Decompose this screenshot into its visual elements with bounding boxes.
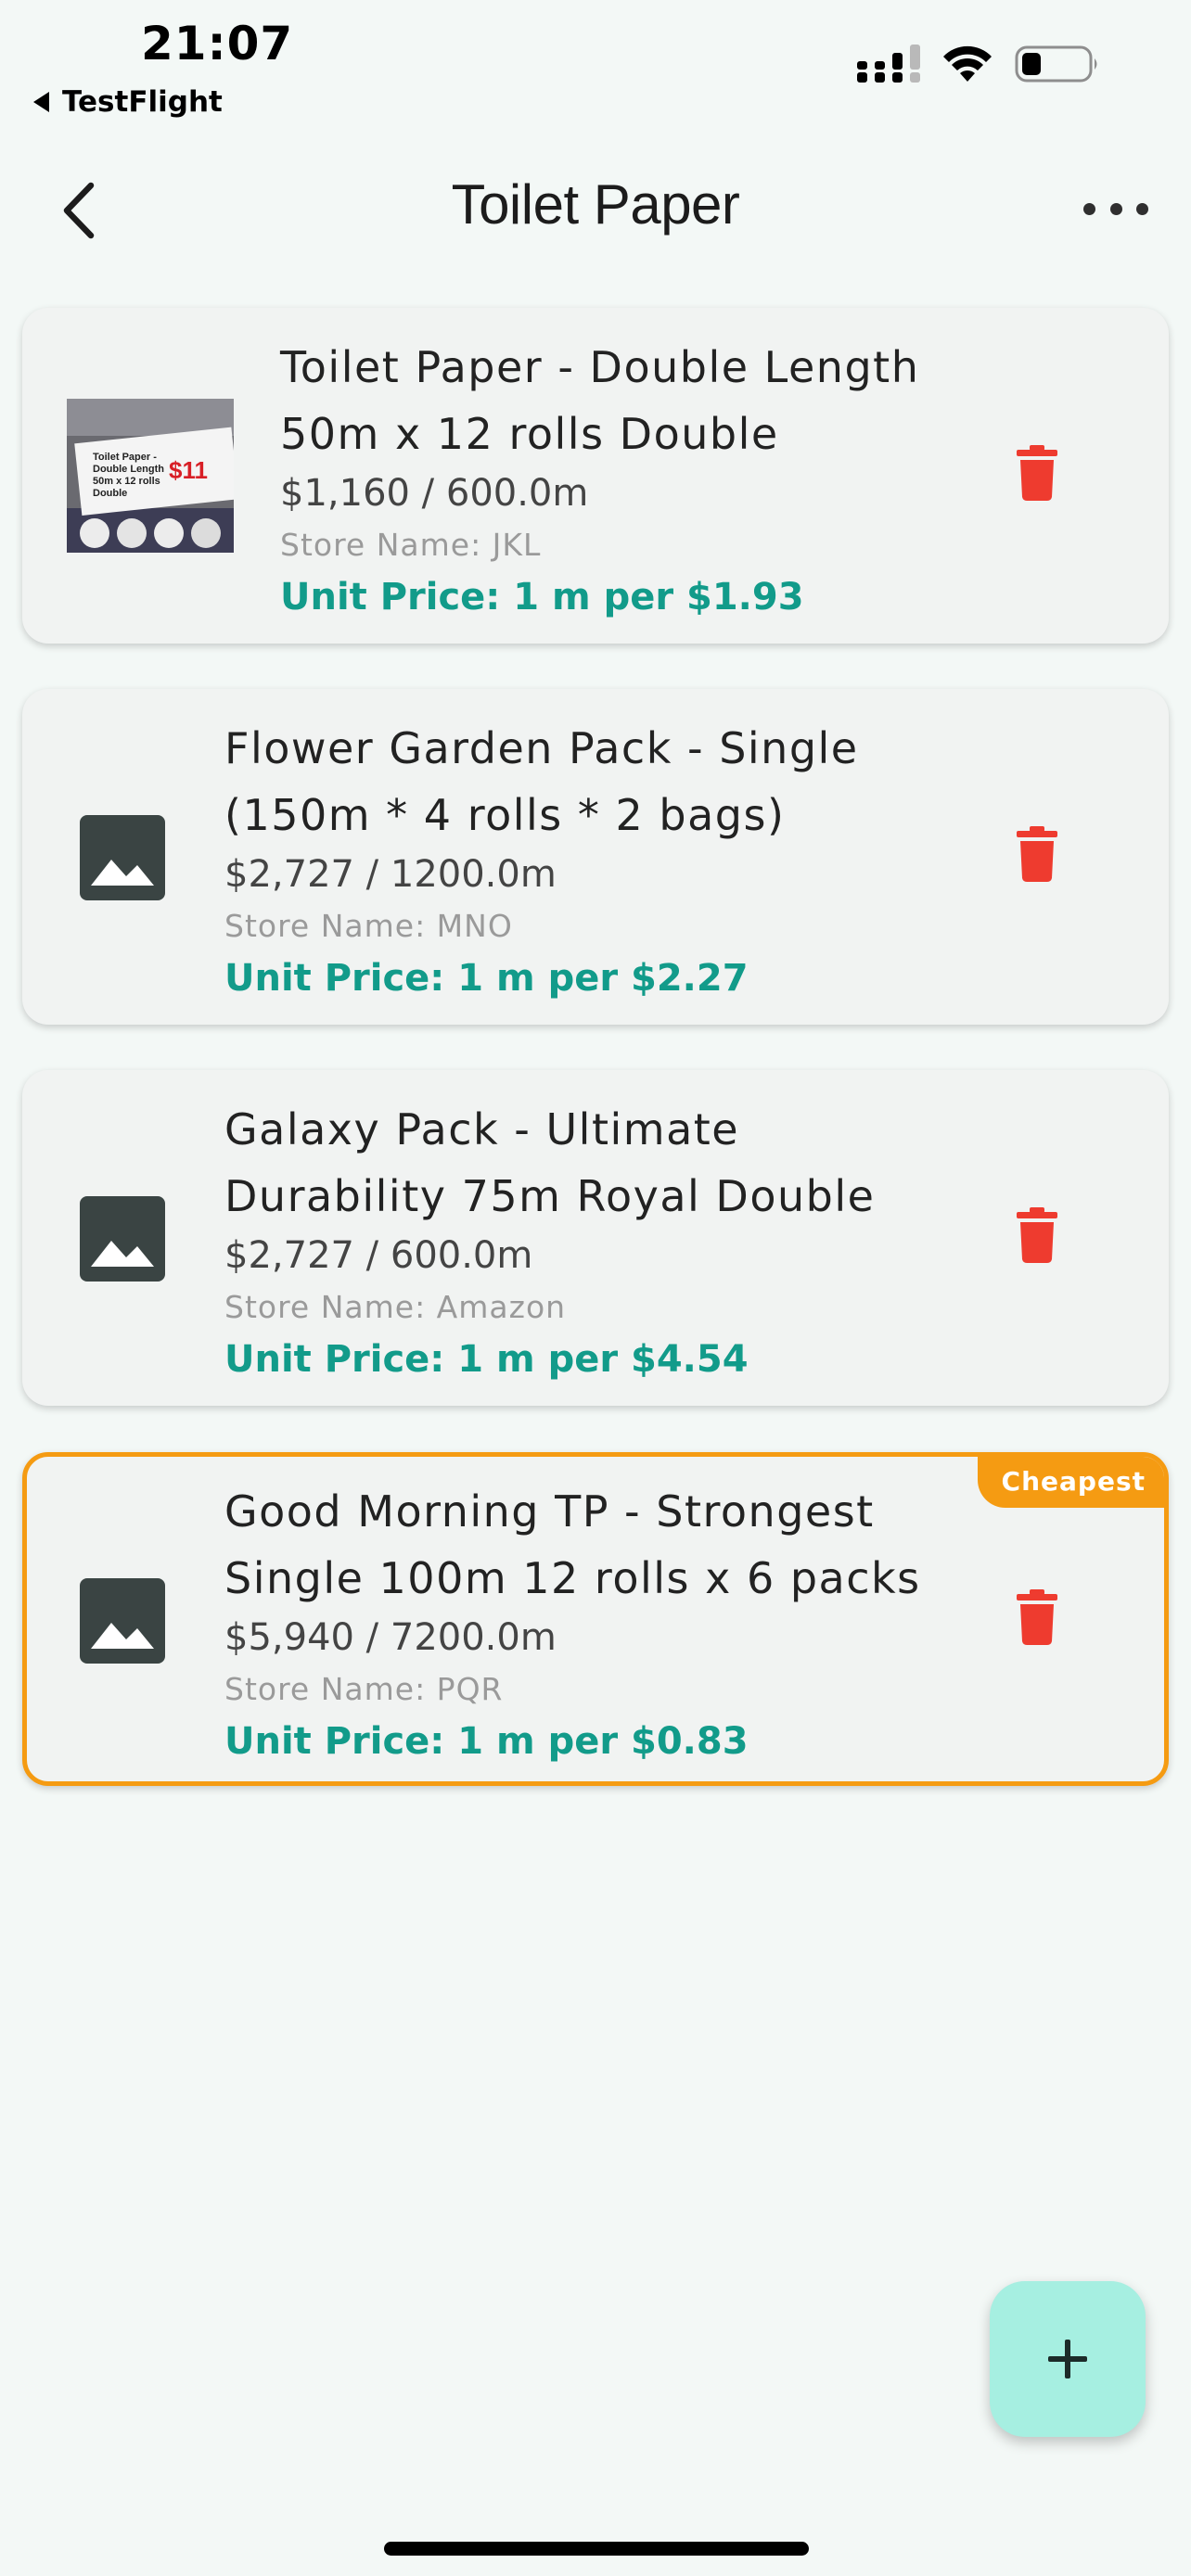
- home-indicator[interactable]: [384, 2542, 809, 2556]
- product-name-line2: 50m x 12 rolls Double: [280, 409, 779, 459]
- product-name-line2: Durability 75m Royal Double: [224, 1171, 876, 1221]
- trash-icon: [1017, 826, 1057, 882]
- product-price: $1,160 / 600.0m: [280, 472, 589, 515]
- more-horizontal-icon-dot: [1109, 202, 1122, 215]
- plus-icon: [1048, 2340, 1087, 2378]
- cheapest-badge: Cheapest: [977, 1457, 1164, 1508]
- photo-image: Toilet Paper - Double Length 50m x 12 ro…: [67, 399, 234, 553]
- photo-text-2: Double Length: [93, 464, 164, 475]
- product-card-cheapest[interactable]: Cheapest Good Morning TP - Strongest Sin…: [22, 1452, 1169, 1786]
- battery-icon: [1015, 45, 1097, 83]
- product-name-line1: Good Morning TP - Strongest: [224, 1486, 875, 1537]
- product-name-line1: Toilet Paper - Double Length: [280, 342, 920, 392]
- product-price: $2,727 / 600.0m: [224, 1234, 533, 1277]
- photo-price: $11: [169, 456, 208, 484]
- delete-button[interactable]: [1015, 1207, 1059, 1263]
- unit-price: Unit Price: 1 m per $4.54: [224, 1338, 749, 1381]
- store-name: Store Name: JKL: [280, 527, 542, 563]
- product-card[interactable]: Galaxy Pack - Ultimate Durability 75m Ro…: [22, 1070, 1169, 1406]
- unit-price: Unit Price: 1 m per $1.93: [280, 576, 804, 618]
- product-info: Galaxy Pack - Ultimate Durability 75m Ro…: [224, 1096, 992, 1385]
- more-options-button[interactable]: [1083, 195, 1148, 223]
- wifi-icon: [943, 45, 992, 82]
- delete-button[interactable]: [1015, 826, 1059, 882]
- photo-text-1: Toilet Paper -: [93, 452, 157, 463]
- product-price: $5,940 / 7200.0m: [224, 1616, 557, 1659]
- delete-button[interactable]: [1015, 1589, 1059, 1645]
- back-to-testflight[interactable]: TestFlight: [33, 85, 223, 119]
- more-horizontal-icon-dot: [1083, 202, 1095, 215]
- add-item-button[interactable]: [990, 2281, 1146, 2437]
- product-info: Flower Garden Pack - Single (150m * 4 ro…: [224, 715, 992, 1004]
- product-info: Good Morning TP - Strongest Single 100m …: [224, 1478, 988, 1767]
- signal-icon: [857, 45, 920, 83]
- photo-text-4: Double: [93, 488, 127, 499]
- store-name: Store Name: MNO: [224, 908, 513, 944]
- product-card[interactable]: Flower Garden Pack - Single (150m * 4 ro…: [22, 689, 1169, 1025]
- delete-button[interactable]: [1015, 445, 1059, 501]
- product-info: Toilet Paper - Double Length 50m x 12 ro…: [280, 334, 992, 623]
- photo-text-3: 50m x 12 rolls: [93, 476, 160, 487]
- product-photo: Toilet Paper - Double Length 50m x 12 ro…: [67, 399, 234, 553]
- unit-price: Unit Price: 1 m per $2.27: [224, 957, 749, 1000]
- product-name-line2: (150m * 4 rolls * 2 bags): [224, 790, 786, 840]
- trash-icon: [1017, 1589, 1057, 1645]
- store-name: Store Name: PQR: [224, 1671, 504, 1707]
- status-time: 21:07: [141, 17, 294, 70]
- image-placeholder-icon: [80, 815, 165, 900]
- trash-icon: [1017, 1207, 1057, 1263]
- more-horizontal-icon-dot: [1136, 202, 1148, 215]
- back-app-label: TestFlight: [62, 85, 223, 119]
- unit-price: Unit Price: 1 m per $0.83: [224, 1720, 749, 1763]
- image-placeholder-icon: [80, 1196, 165, 1282]
- store-name: Store Name: Amazon: [224, 1289, 567, 1325]
- trash-icon: [1017, 445, 1057, 501]
- product-name-line2: Single 100m 12 rolls x 6 packs: [224, 1553, 921, 1603]
- product-name-line1: Flower Garden Pack - Single: [224, 723, 859, 773]
- back-triangle-icon: [33, 92, 49, 112]
- page-title: Toilet Paper: [451, 173, 740, 236]
- status-icons: [857, 45, 1100, 83]
- product-name-line1: Galaxy Pack - Ultimate: [224, 1104, 740, 1154]
- image-placeholder-icon: [80, 1578, 165, 1664]
- product-card[interactable]: Toilet Paper - Double Length 50m x 12 ro…: [22, 308, 1169, 644]
- product-price: $2,727 / 1200.0m: [224, 853, 557, 896]
- screen: 21:07 TestFlight Toilet Paper Toilet Pap…: [0, 0, 1191, 2576]
